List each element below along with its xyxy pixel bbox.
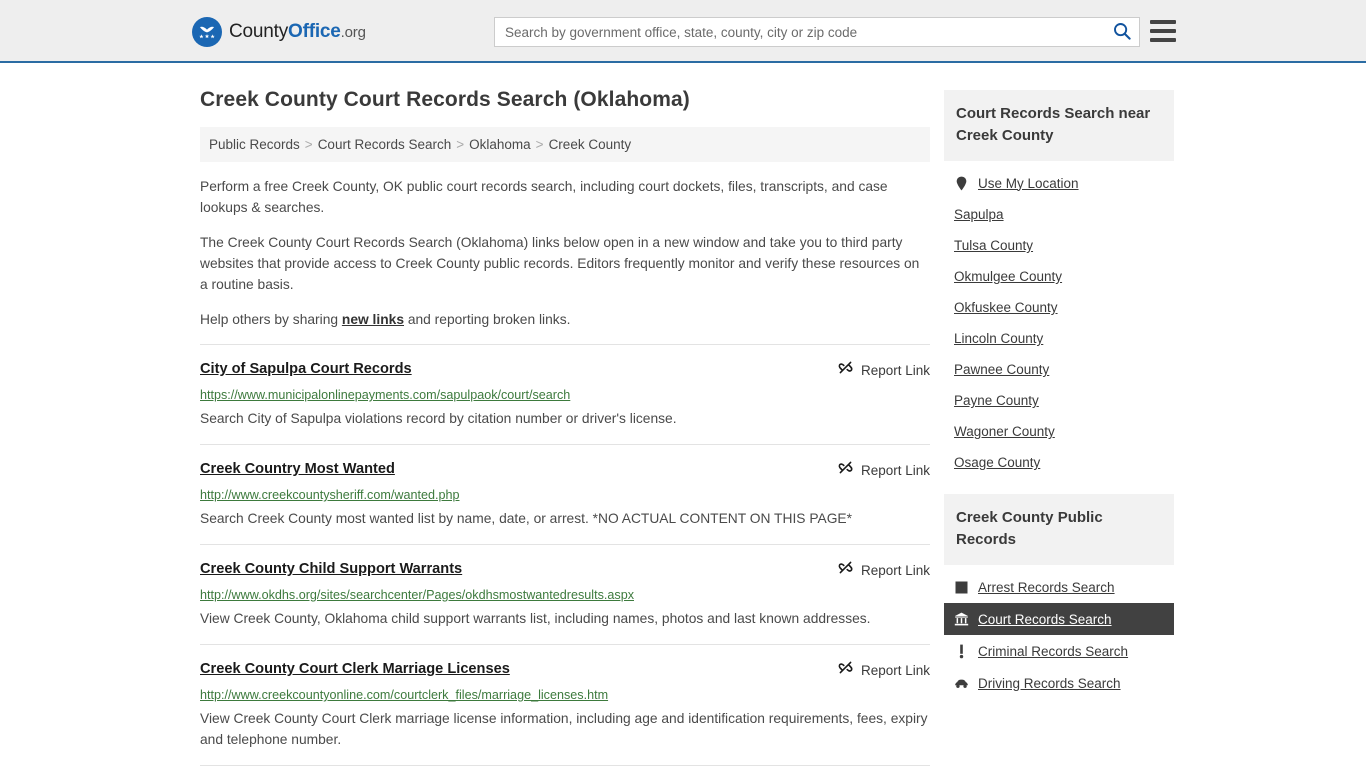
broken-link-icon: [837, 359, 854, 381]
sidebar-item-label: Arrest Records Search: [978, 579, 1115, 595]
sidebar-item-label: Wagoner County: [954, 424, 1055, 439]
square-icon: [954, 579, 969, 595]
sidebar-item-label: Osage County: [954, 455, 1041, 470]
sidebar-item-driving-records-search[interactable]: Driving Records Search: [944, 667, 1174, 699]
result-item: Creek Country Most Wanted Report Link ht…: [200, 444, 930, 544]
sidebar-item-label: Payne County: [954, 393, 1039, 408]
logo-text-office: Office: [288, 21, 341, 42]
sidebar-item-label: Driving Records Search: [978, 675, 1121, 691]
sidebar-item-label: Use My Location: [978, 175, 1079, 191]
result-url[interactable]: http://www.creekcountyonline.com/courtcl…: [200, 687, 930, 704]
exclamation-icon: [954, 643, 969, 659]
sidebar-item-label: Criminal Records Search: [978, 643, 1129, 659]
sidebar-item-okfuskee-county[interactable]: Okfuskee County: [944, 292, 1174, 323]
intro-paragraph-3: Help others by sharing new links and rep…: [200, 309, 930, 330]
result-url[interactable]: http://www.creekcountysheriff.com/wanted…: [200, 487, 930, 504]
sidebar-item-payne-county[interactable]: Payne County: [944, 385, 1174, 416]
sidebar-item-label: Tulsa County: [954, 238, 1034, 253]
result-description: View Creek County, Oklahoma child suppor…: [200, 611, 871, 626]
sidebar-nearby-box: Court Records Search near Creek County U…: [944, 90, 1174, 478]
courthouse-icon: [954, 611, 969, 627]
sidebar-item-lincoln-county[interactable]: Lincoln County: [944, 323, 1174, 354]
report-link-label: Report Link: [860, 562, 930, 578]
logo-wordmark: CountyOffice.org: [229, 21, 366, 43]
report-link-label: Report Link: [860, 362, 930, 378]
eagle-shield-logo-icon: [192, 17, 222, 47]
result-url[interactable]: http://www.okdhs.org/sites/searchcenter/…: [200, 587, 930, 604]
hamburger-menu-icon[interactable]: [1150, 20, 1176, 42]
sidebar-item-label: Pawnee County: [954, 362, 1050, 377]
page-title: Creek County Court Records Search (Oklah…: [200, 88, 690, 111]
sidebar-nearby-heading: Court Records Search near Creek County: [944, 90, 1174, 161]
result-item: Creek County Child Support Warrants Repo…: [200, 544, 930, 644]
logo-text-county: County: [229, 21, 289, 42]
breadcrumb-item-0[interactable]: Public Records: [209, 137, 300, 152]
intro-p3-before: Help others by sharing: [200, 312, 342, 327]
breadcrumb-separator: >: [456, 137, 465, 152]
sidebar-item-sapulpa[interactable]: Sapulpa: [944, 199, 1174, 230]
result-item: Creek County Court Clerk Marriage Licens…: [200, 644, 930, 765]
search-button[interactable]: [1105, 18, 1139, 46]
sidebar-public-records-heading: Creek County Public Records: [944, 494, 1174, 565]
sidebar-item-label: Sapulpa: [954, 207, 1004, 222]
result-title-link[interactable]: City of Sapulpa Court Records: [200, 359, 412, 379]
breadcrumb: Public Records > Court Records Search > Okla…: [200, 127, 930, 162]
breadcrumb-item-3[interactable]: Creek County: [549, 137, 632, 152]
sidebar-item-label: Okmulgee County: [954, 269, 1063, 284]
result-title-link[interactable]: Creek Country Most Wanted: [200, 459, 395, 479]
result-description: Search City of Sapulpa violations record…: [200, 411, 677, 426]
result-title-link[interactable]: Creek County Court Clerk Marriage Licens…: [200, 659, 510, 679]
intro-text: Perform a free Creek County, OK public c…: [200, 176, 930, 330]
report-link-button[interactable]: Report Link: [837, 459, 930, 481]
logo-text-org: .org: [340, 24, 366, 41]
main-content: Creek County Court Records Search (Oklah…: [200, 63, 930, 766]
sidebar-nearby-list: Use My Location Sapulpa Tulsa County Okm…: [944, 161, 1174, 478]
sidebar-item-criminal-records-search[interactable]: Criminal Records Search: [944, 635, 1174, 667]
breadcrumb-separator: >: [535, 137, 544, 152]
sidebar-item-use-my-location[interactable]: Use My Location: [944, 167, 1174, 199]
report-link-label: Report Link: [860, 462, 930, 478]
broken-link-icon: [837, 559, 854, 581]
sidebar-item-label: Okfuskee County: [954, 300, 1058, 315]
result-item-divider: [200, 765, 930, 766]
report-link-button[interactable]: Report Link: [837, 359, 930, 381]
site-header: CountyOffice.org: [0, 0, 1366, 63]
sidebar-item-pawnee-county[interactable]: Pawnee County: [944, 354, 1174, 385]
report-link-button[interactable]: Report Link: [837, 559, 930, 581]
breadcrumb-item-1[interactable]: Court Records Search: [318, 137, 452, 152]
intro-paragraph-2: The Creek County Court Records Search (O…: [200, 235, 920, 292]
search-icon: [1113, 22, 1131, 43]
sidebar-public-records-box: Creek County Public Records Arrest Recor…: [944, 494, 1174, 699]
result-description: Search Creek County most wanted list by …: [200, 511, 852, 526]
sidebar-item-okmulgee-county[interactable]: Okmulgee County: [944, 261, 1174, 292]
sidebar-item-label: Lincoln County: [954, 331, 1044, 346]
intro-p3-after: and reporting broken links.: [404, 312, 571, 327]
sidebar-public-records-list: Arrest Records Search Court Records Sear…: [944, 565, 1174, 699]
site-logo[interactable]: CountyOffice.org: [192, 17, 366, 47]
map-pin-icon: [954, 175, 969, 191]
sidebar-item-arrest-records-search[interactable]: Arrest Records Search: [944, 571, 1174, 603]
broken-link-icon: [837, 459, 854, 481]
report-link-label: Report Link: [860, 662, 930, 678]
page-body: Creek County Court Records Search (Oklah…: [0, 63, 1366, 766]
sidebar: Court Records Search near Creek County U…: [944, 63, 1174, 766]
sidebar-item-wagoner-county[interactable]: Wagoner County: [944, 416, 1174, 447]
intro-paragraph-1: Perform a free Creek County, OK public c…: [200, 179, 888, 215]
result-description: View Creek County Court Clerk marriage l…: [200, 711, 928, 747]
sidebar-item-label: Court Records Search: [978, 611, 1112, 627]
result-item: City of Sapulpa Court Records Report Lin…: [200, 344, 930, 444]
search-bar[interactable]: [494, 17, 1140, 47]
result-url[interactable]: https://www.municipalonlinepayments.com/…: [200, 387, 930, 404]
car-icon: [954, 675, 969, 691]
sidebar-item-tulsa-county[interactable]: Tulsa County: [944, 230, 1174, 261]
sidebar-item-osage-county[interactable]: Osage County: [944, 447, 1174, 478]
new-links-link[interactable]: new links: [342, 312, 404, 327]
broken-link-icon: [837, 659, 854, 681]
breadcrumb-item-2[interactable]: Oklahoma: [469, 137, 531, 152]
result-title-link[interactable]: Creek County Child Support Warrants: [200, 559, 462, 579]
search-input[interactable]: [495, 18, 1105, 46]
report-link-button[interactable]: Report Link: [837, 659, 930, 681]
sidebar-item-court-records-search[interactable]: Court Records Search: [944, 603, 1174, 635]
breadcrumb-separator: >: [304, 137, 313, 152]
